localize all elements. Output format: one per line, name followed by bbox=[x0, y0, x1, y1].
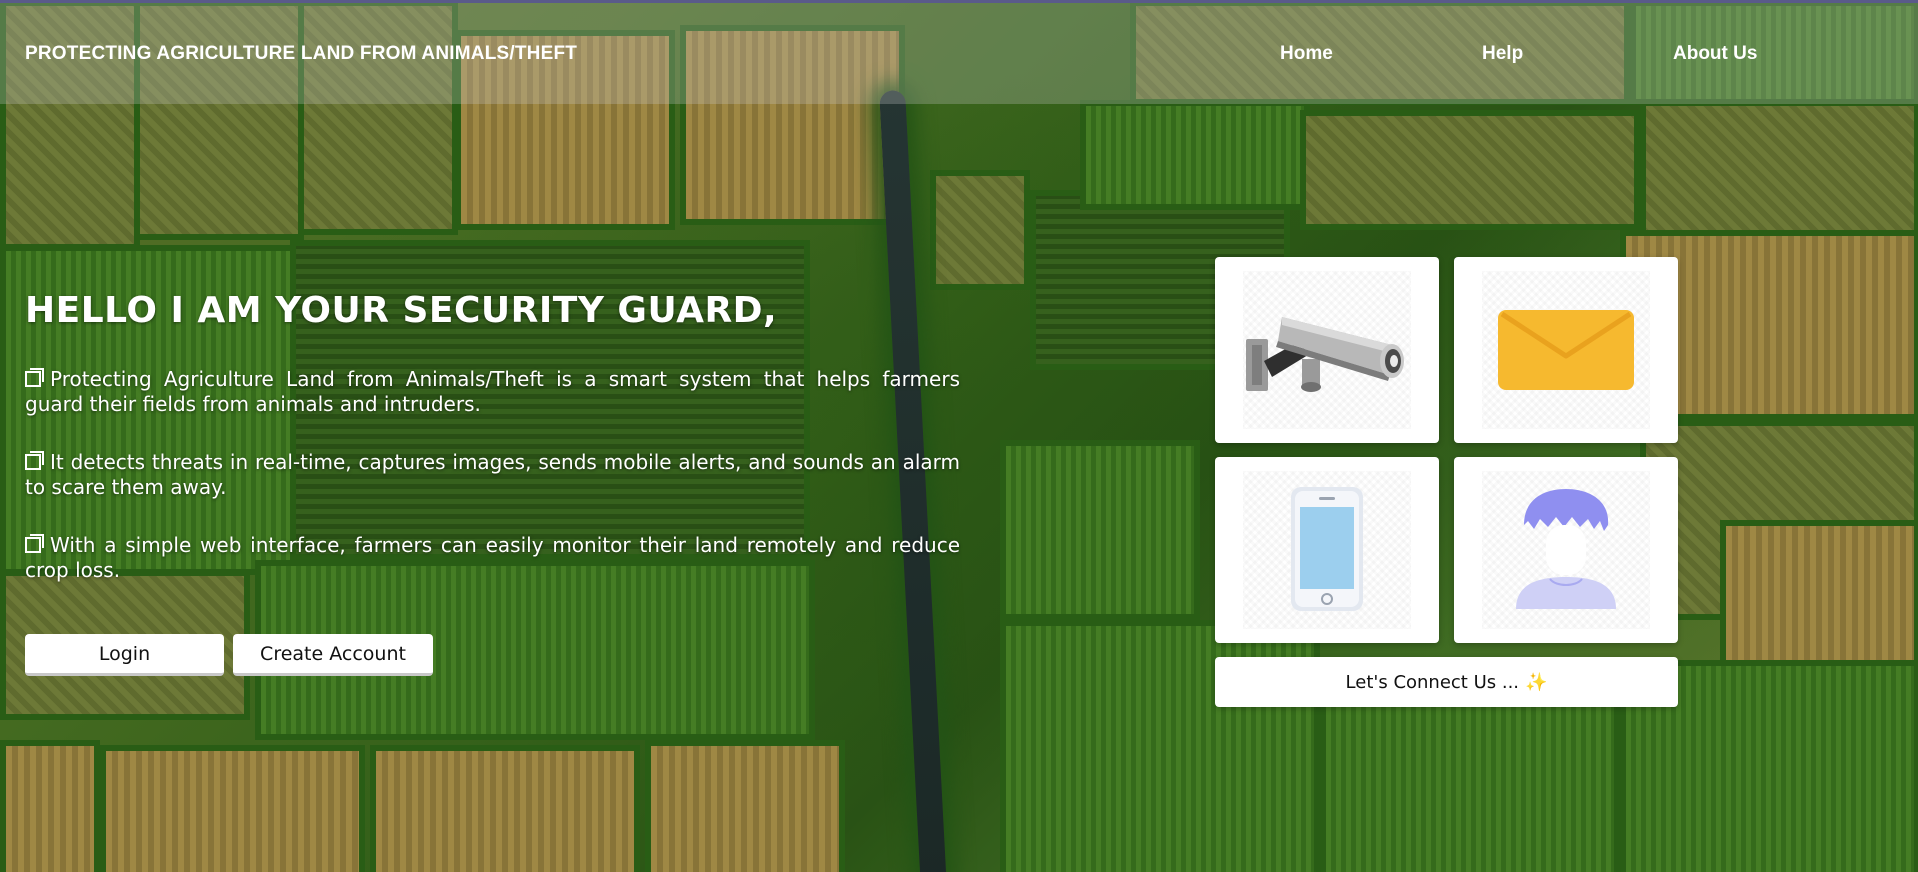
site-title: PROTECTING AGRICULTURE LAND FROM ANIMALS… bbox=[25, 43, 578, 64]
create-account-button[interactable]: Create Account bbox=[233, 634, 433, 676]
nav-home-link[interactable]: Home bbox=[1280, 43, 1333, 65]
user-avatar-icon bbox=[1516, 489, 1616, 609]
hero-paragraph-3: With a simple web interface, farmers can… bbox=[25, 533, 960, 583]
top-navbar: PROTECTING AGRICULTURE LAND FROM ANIMALS… bbox=[0, 0, 1918, 104]
hero-paragraph-2-text: It detects threats in real-time, capture… bbox=[25, 450, 960, 499]
security-camera-icon bbox=[1246, 317, 1404, 392]
checkbox-bullet-icon bbox=[25, 451, 44, 470]
card-camera[interactable] bbox=[1215, 257, 1439, 443]
envelope-icon bbox=[1498, 310, 1634, 390]
hero-paragraph-3-text: With a simple web interface, farmers can… bbox=[25, 533, 960, 582]
card-phone[interactable] bbox=[1215, 457, 1439, 643]
checkbox-bullet-icon bbox=[25, 534, 44, 553]
hero-paragraph-1: Protecting Agriculture Land from Animals… bbox=[25, 367, 960, 417]
hero-paragraph-1-text: Protecting Agriculture Land from Animals… bbox=[25, 367, 960, 416]
nav-about-us-link[interactable]: About Us bbox=[1673, 43, 1757, 65]
hero-paragraph-2: It detects threats in real-time, capture… bbox=[25, 450, 960, 500]
card-email[interactable] bbox=[1454, 257, 1678, 443]
checkbox-bullet-icon bbox=[25, 368, 44, 387]
hero-heading: HELLO I AM YOUR SECURITY GUARD, bbox=[25, 290, 778, 331]
sparkles-icon: ✨ bbox=[1525, 671, 1548, 693]
login-button[interactable]: Login bbox=[25, 634, 224, 676]
card-profile[interactable] bbox=[1454, 457, 1678, 643]
nav-help-link[interactable]: Help bbox=[1482, 43, 1523, 65]
smartphone-icon bbox=[1291, 487, 1363, 611]
lets-connect-label: Let's Connect Us ... bbox=[1345, 671, 1520, 693]
lets-connect-button[interactable]: Let's Connect Us ... ✨ bbox=[1215, 657, 1678, 707]
